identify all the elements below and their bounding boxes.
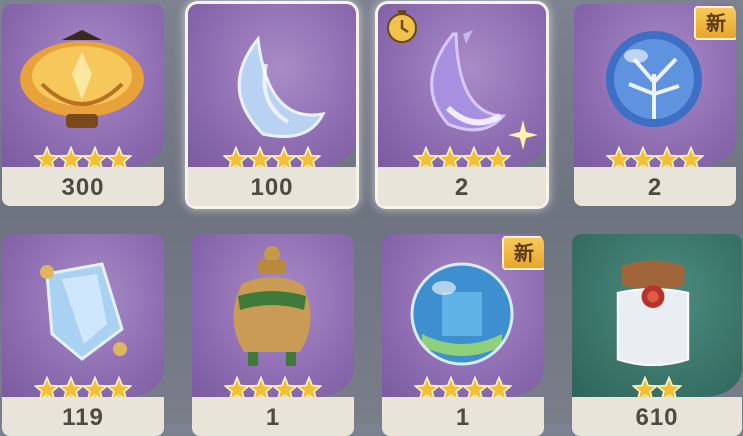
- new-badge: 新: [694, 6, 736, 40]
- item-card-purple-moon[interactable]: 2: [378, 4, 546, 206]
- item-card-water-globe[interactable]: 新 1: [382, 234, 544, 436]
- item-count: 2: [647, 174, 663, 201]
- lantern-icon: [20, 30, 144, 128]
- crystal-shard-icon: [40, 262, 127, 361]
- item-count: 119: [62, 404, 104, 431]
- sealed-jar-icon: [616, 260, 690, 367]
- item-card-crescent-moon[interactable]: 100: [188, 4, 356, 206]
- crescent-moon-icon: [237, 35, 326, 138]
- item-count: 300: [61, 174, 105, 201]
- item-card-sealed-jar[interactable]: 610: [572, 234, 742, 436]
- item-card-bronze-urn[interactable]: 1: [192, 234, 354, 436]
- item-card-crystal-orb[interactable]: 新 2: [574, 4, 736, 206]
- item-count: 610: [635, 404, 679, 431]
- item-count: 100: [250, 174, 294, 201]
- item-card-crystal-shard[interactable]: 119: [2, 234, 164, 436]
- item-count: 1: [265, 404, 281, 431]
- bronze-urn-icon: [233, 246, 311, 366]
- item-card-lantern[interactable]: 300: [2, 4, 164, 206]
- item-count: 1: [455, 404, 471, 431]
- item-count: 2: [454, 174, 470, 201]
- new-badge: 新: [502, 236, 544, 270]
